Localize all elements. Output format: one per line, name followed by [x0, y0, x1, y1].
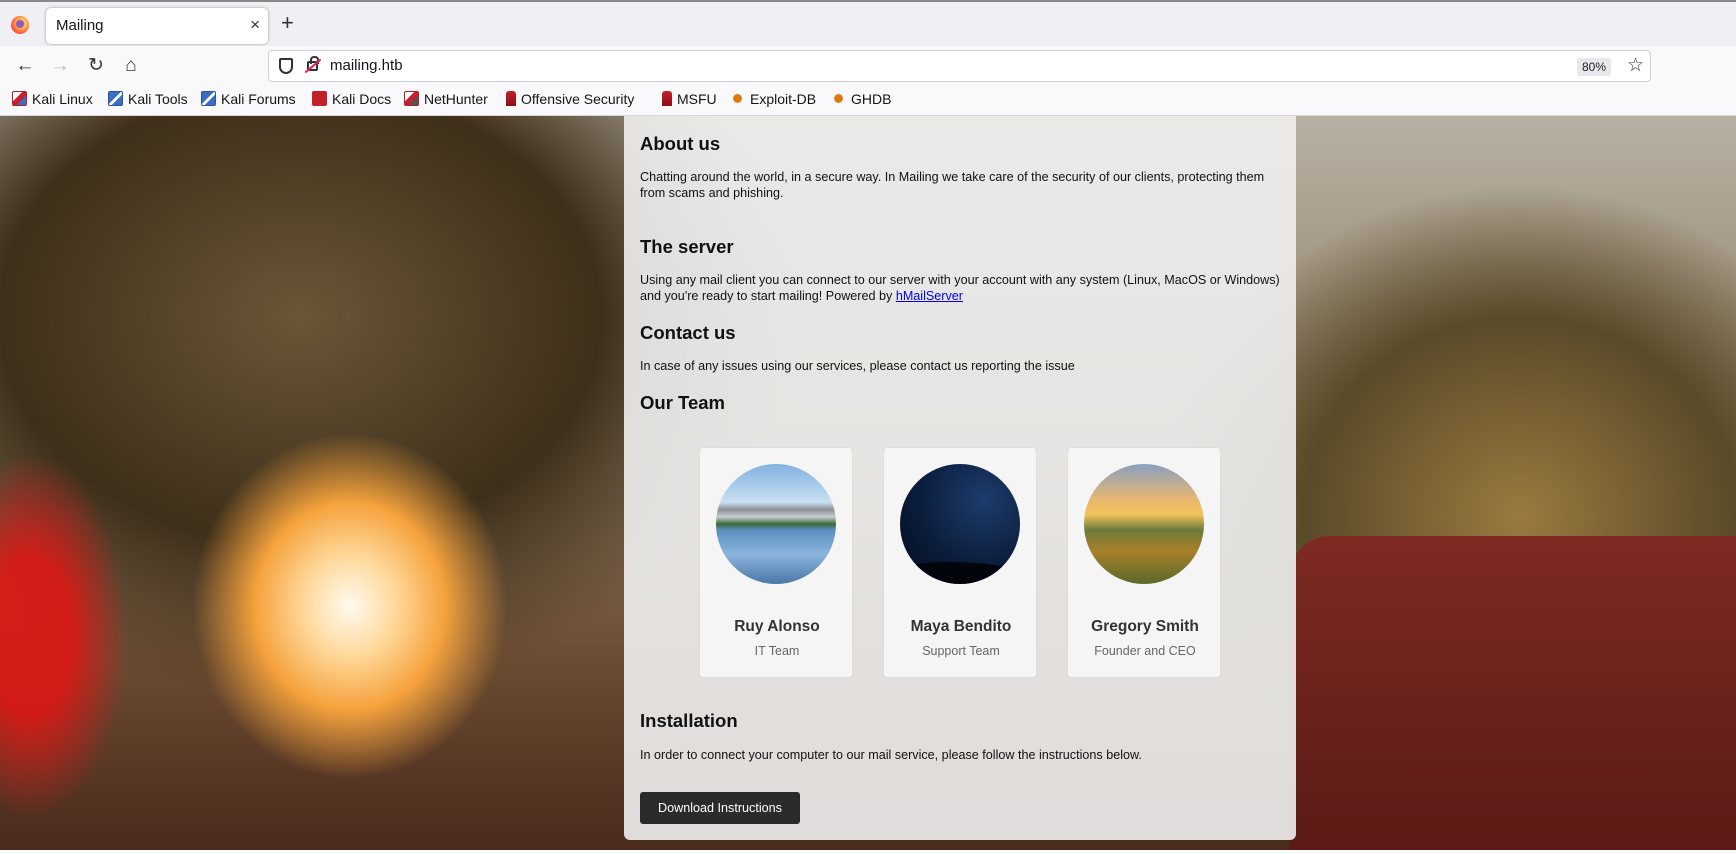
ghdb-icon	[831, 91, 846, 106]
bookmark-ghdb[interactable]: GHDB	[831, 91, 891, 107]
member-name: Ruy Alonso	[734, 618, 820, 635]
member-name: Gregory Smith	[1091, 618, 1199, 635]
kali-tools-icon	[108, 91, 123, 106]
avatar	[1084, 464, 1204, 584]
navigation-bar: ← → ↻ ⌂ mailing.htb 80% ☆	[0, 46, 1736, 86]
url-text[interactable]: mailing.htb	[330, 57, 403, 74]
msfu-icon	[662, 91, 672, 106]
insecure-lock-icon[interactable]	[307, 56, 319, 71]
installation-text: In order to connect your computer to our…	[640, 748, 1142, 762]
team-member-card: Maya Bendito Support Team	[883, 447, 1037, 678]
member-role: IT Team	[754, 644, 800, 658]
download-instructions-button[interactable]: Download Instructions	[640, 792, 800, 824]
bookmark-msfu[interactable]: MSFU	[662, 91, 717, 107]
member-role: Founder and CEO	[1094, 644, 1196, 658]
bookmark-kali-linux[interactable]: Kali Linux	[12, 91, 93, 107]
bookmarks-bar: Kali Linux Kali Tools Kali Forums Kali D…	[0, 86, 1736, 116]
forward-icon[interactable]: →	[48, 54, 72, 78]
tab-title: Mailing	[56, 17, 104, 34]
web-page: About us Chatting around the world, in a…	[0, 116, 1736, 850]
bookmark-label: MSFU	[677, 91, 717, 107]
hmailserver-link[interactable]: hMailServer	[896, 289, 963, 303]
address-bar[interactable]: mailing.htb 80% ☆	[268, 50, 1651, 82]
member-name: Maya Bendito	[910, 618, 1012, 635]
offsec-icon	[506, 91, 516, 106]
reload-icon[interactable]: ↻	[84, 54, 108, 78]
server-heading: The server	[640, 236, 734, 257]
avatar	[900, 464, 1020, 584]
firefox-icon[interactable]	[11, 16, 29, 34]
contact-text: In case of any issues using our services…	[640, 359, 1075, 373]
bookmark-star-icon[interactable]: ☆	[1627, 54, 1644, 77]
team-member-card: Ruy Alonso IT Team	[699, 447, 853, 678]
background-mailbox	[1290, 536, 1736, 850]
kali-icon	[12, 91, 27, 106]
bookmark-label: Kali Docs	[332, 91, 392, 107]
bookmark-label: Kali Forums	[221, 91, 296, 107]
kali-docs-icon	[312, 91, 327, 106]
kali-forums-icon	[201, 91, 216, 106]
home-icon[interactable]: ⌂	[119, 54, 143, 78]
team-heading: Our Team	[640, 392, 725, 413]
bookmark-exploit-db[interactable]: Exploit-DB	[730, 91, 816, 107]
tab-strip: Mailing × +	[0, 0, 1736, 46]
nethunter-icon	[404, 91, 419, 106]
installation-heading: Installation	[640, 710, 738, 731]
bookmark-kali-forums[interactable]: Kali Forums	[201, 91, 296, 107]
bookmark-label: Offensive Security	[521, 91, 635, 107]
bookmark-label: NetHunter	[424, 91, 488, 107]
new-tab-icon[interactable]: +	[281, 12, 294, 34]
close-tab-icon[interactable]: ×	[250, 15, 260, 35]
tab-mailing[interactable]: Mailing ×	[46, 8, 268, 44]
bookmark-offensive-security[interactable]: Offensive Security	[506, 91, 634, 107]
bookmark-kali-tools[interactable]: Kali Tools	[108, 91, 188, 107]
member-role: Support Team	[922, 644, 1000, 658]
bookmark-kali-docs[interactable]: Kali Docs	[312, 91, 391, 107]
about-heading: About us	[640, 133, 721, 154]
content-panel: About us Chatting around the world, in a…	[624, 116, 1296, 840]
about-text: Chatting around the world, in a secure w…	[640, 170, 1265, 200]
shield-icon[interactable]	[279, 58, 293, 74]
back-icon[interactable]: ←	[13, 54, 37, 78]
bookmark-label: GHDB	[851, 91, 892, 107]
bookmark-label: Kali Tools	[128, 91, 188, 107]
contact-heading: Contact us	[640, 322, 736, 343]
avatar	[716, 464, 836, 584]
zoom-level[interactable]: 80%	[1577, 58, 1612, 76]
bookmark-nethunter[interactable]: NetHunter	[404, 91, 488, 107]
server-text: Using any mail client you can connect to…	[640, 272, 1285, 304]
bookmark-label: Kali Linux	[32, 91, 93, 107]
team-member-card: Gregory Smith Founder and CEO	[1067, 447, 1221, 678]
exploit-db-icon	[730, 91, 745, 106]
bookmark-label: Exploit-DB	[750, 91, 817, 107]
